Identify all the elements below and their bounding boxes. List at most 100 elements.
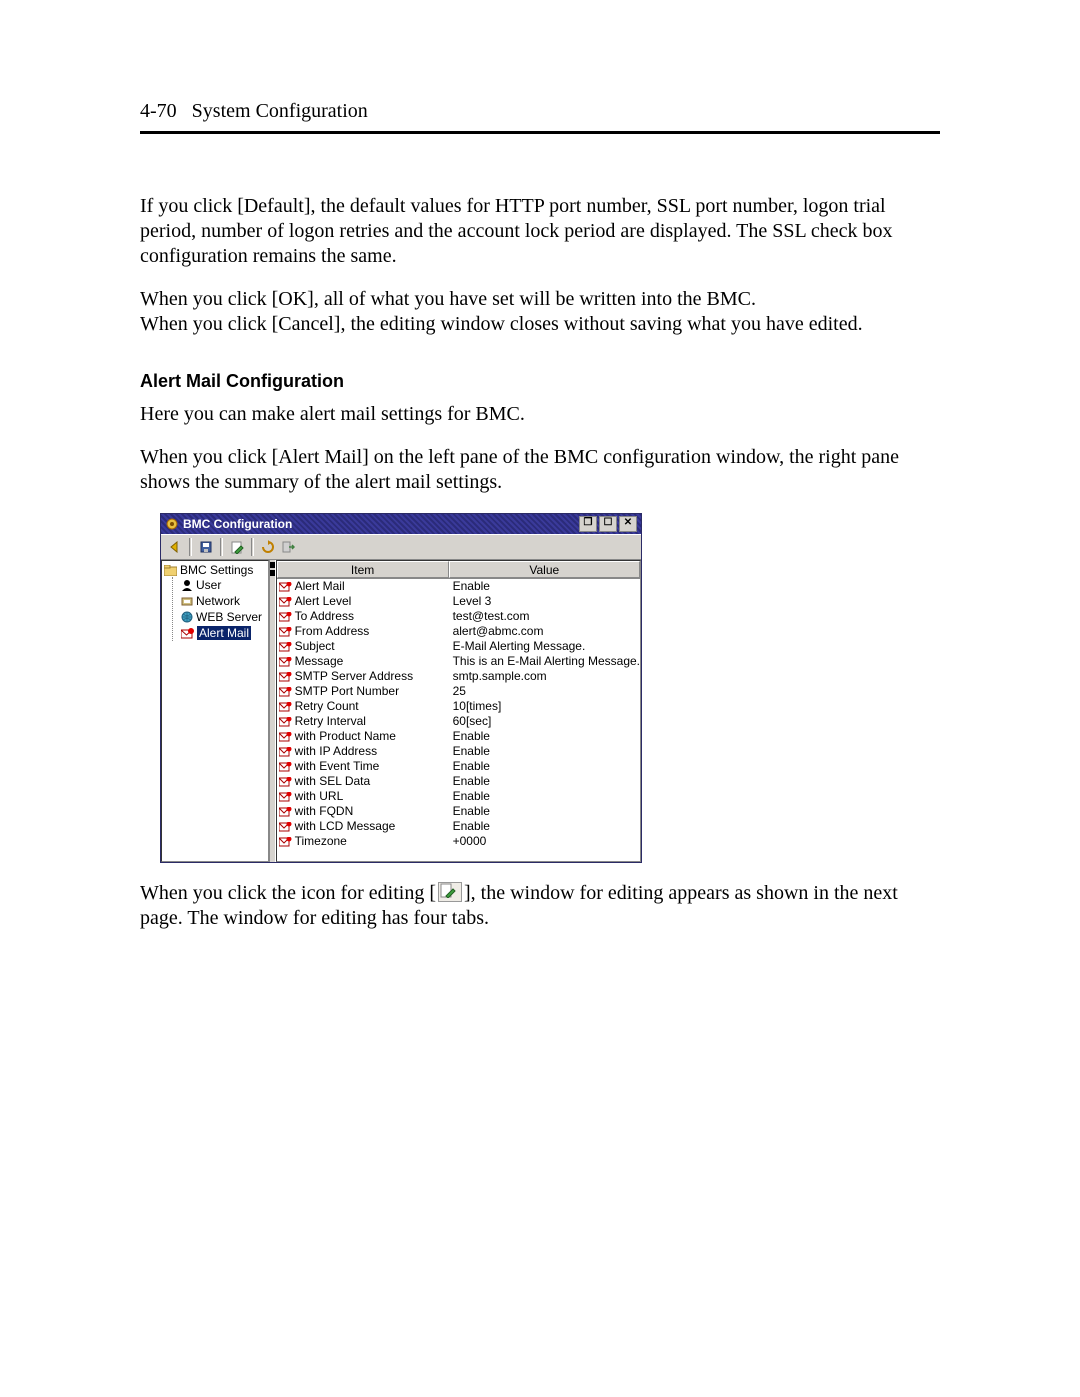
table-row[interactable]: with IP AddressEnable — [277, 744, 640, 759]
table-row[interactable]: Retry Interval 60[sec] — [277, 714, 640, 729]
row-value: +0000 — [451, 834, 640, 849]
tree-item-network[interactable]: Network — [181, 593, 266, 609]
row-item-label: Alert Mail — [295, 579, 345, 594]
table-row[interactable]: SMTP Port Number25 — [277, 684, 640, 699]
row-value: This is an E-Mail Alerting Message. — [451, 654, 640, 669]
paragraph-click-alert: When you click [Alert Mail] on the left … — [140, 445, 940, 495]
table-row[interactable]: To Address test@test.com — [277, 609, 640, 624]
tree-root[interactable]: BMC Settings — [164, 563, 266, 577]
mail-icon — [279, 612, 292, 622]
bmc-config-window: BMC Configuration ❐ ☐ ✕ BMC Settings — [160, 513, 642, 863]
row-value: Enable — [451, 804, 640, 819]
mail-icon — [279, 822, 292, 832]
tree-item-user[interactable]: User — [181, 577, 266, 593]
row-value: smtp.sample.com — [451, 669, 640, 684]
mail-icon — [279, 777, 292, 787]
table-row[interactable]: with SEL DataEnable — [277, 774, 640, 789]
paragraph-ok: When you click [OK], all of what you hav… — [140, 287, 940, 312]
tree-pane[interactable]: BMC Settings User Network WEB Server — [161, 560, 269, 862]
row-item-label: with SEL Data — [295, 774, 371, 789]
row-item-label: SMTP Server Address — [295, 669, 414, 684]
mail-icon — [279, 792, 292, 802]
row-item-label: with IP Address — [295, 744, 378, 759]
table-row[interactable]: with LCD MessageEnable — [277, 819, 640, 834]
row-item-label: Alert Level — [295, 594, 352, 609]
row-item-label: Retry Interval — [295, 714, 366, 729]
maximize-icon[interactable]: ☐ — [599, 516, 617, 532]
row-item-label: with Event Time — [295, 759, 380, 774]
close-icon[interactable]: ✕ — [619, 516, 637, 532]
column-header-item[interactable]: Item — [277, 561, 449, 578]
mail-icon — [279, 807, 292, 817]
row-value: test@test.com — [451, 609, 640, 624]
mail-icon — [279, 702, 292, 712]
table-row[interactable]: SMTP Server Address smtp.sample.com — [277, 669, 640, 684]
page-title: System Configuration — [192, 100, 368, 122]
row-value: alert@abmc.com — [451, 624, 640, 639]
table-row[interactable]: with FQDNEnable — [277, 804, 640, 819]
mail-icon — [279, 642, 292, 652]
table-row[interactable]: Alert Level Level 3 — [277, 594, 640, 609]
mail-icon — [279, 627, 292, 637]
gear-icon — [165, 517, 179, 531]
edit-icon[interactable] — [229, 539, 245, 555]
table-row[interactable]: Alert MailEnable — [277, 579, 640, 594]
table-row[interactable]: Retry Count 10[times] — [277, 699, 640, 714]
globe-icon — [181, 611, 193, 623]
mail-icon — [181, 628, 194, 639]
paragraph-default: If you click [Default], the default valu… — [140, 194, 940, 269]
window-titlebar[interactable]: BMC Configuration ❐ ☐ ✕ — [161, 514, 641, 534]
tree-item-webserver[interactable]: WEB Server — [181, 609, 266, 625]
save-icon[interactable] — [198, 539, 214, 555]
exit-icon[interactable] — [280, 539, 296, 555]
row-item-label: Timezone — [295, 834, 347, 849]
folder-icon — [164, 565, 177, 576]
row-value: Enable — [451, 819, 640, 834]
table-row[interactable]: with Event Time Enable — [277, 759, 640, 774]
row-item-label: Subject — [295, 639, 335, 654]
row-item-label: To Address — [295, 609, 354, 624]
edit-icon — [438, 882, 462, 902]
row-value: Enable — [451, 759, 640, 774]
row-item-label: with Product Name — [295, 729, 396, 744]
page-number: 4-70 — [140, 100, 177, 122]
window-title: BMC Configuration — [183, 517, 292, 531]
mail-icon — [279, 732, 292, 742]
user-icon — [181, 579, 193, 591]
mail-icon — [279, 717, 292, 727]
row-value: 60[sec] — [451, 714, 640, 729]
mail-icon — [279, 687, 292, 697]
row-item-label: Retry Count — [295, 699, 359, 714]
row-value: 10[times] — [451, 699, 640, 714]
rows-container: Alert MailEnableAlert LevelLevel 3To Add… — [277, 579, 640, 861]
row-value: Level 3 — [451, 594, 640, 609]
paragraph-edit-icon: When you click the icon for editing [], … — [140, 881, 940, 931]
row-item-label: SMTP Port Number — [295, 684, 399, 699]
mail-icon — [279, 672, 292, 682]
table-row[interactable]: Subject E-Mail Alerting Message. — [277, 639, 640, 654]
table-row[interactable]: From Addressalert@abmc.com — [277, 624, 640, 639]
row-value: Enable — [451, 729, 640, 744]
mail-icon — [279, 597, 292, 607]
row-item-label: Message — [295, 654, 344, 669]
header-rule — [140, 131, 940, 134]
column-header-value[interactable]: Value — [449, 561, 640, 578]
table-row[interactable]: with Product Name Enable — [277, 729, 640, 744]
list-pane: Item Value Alert MailEnableAlert LevelLe… — [276, 560, 641, 862]
section-heading: Alert Mail Configuration — [140, 371, 940, 392]
mail-icon — [279, 582, 292, 592]
mail-icon — [279, 762, 292, 772]
tree-item-alertmail[interactable]: Alert Mail — [181, 625, 266, 641]
paragraph-intro: Here you can make alert mail settings fo… — [140, 402, 940, 427]
mail-icon — [279, 657, 292, 667]
table-row[interactable]: Timezone +0000 — [277, 834, 640, 849]
toolbar — [161, 534, 641, 560]
restore-icon[interactable]: ❐ — [579, 516, 597, 532]
back-icon[interactable] — [167, 539, 183, 555]
table-row[interactable]: with URLEnable — [277, 789, 640, 804]
network-icon — [181, 595, 193, 607]
reload-icon[interactable] — [260, 539, 276, 555]
row-value: E-Mail Alerting Message. — [451, 639, 640, 654]
table-row[interactable]: Message This is an E-Mail Alerting Messag… — [277, 654, 640, 669]
mail-icon — [279, 837, 292, 847]
